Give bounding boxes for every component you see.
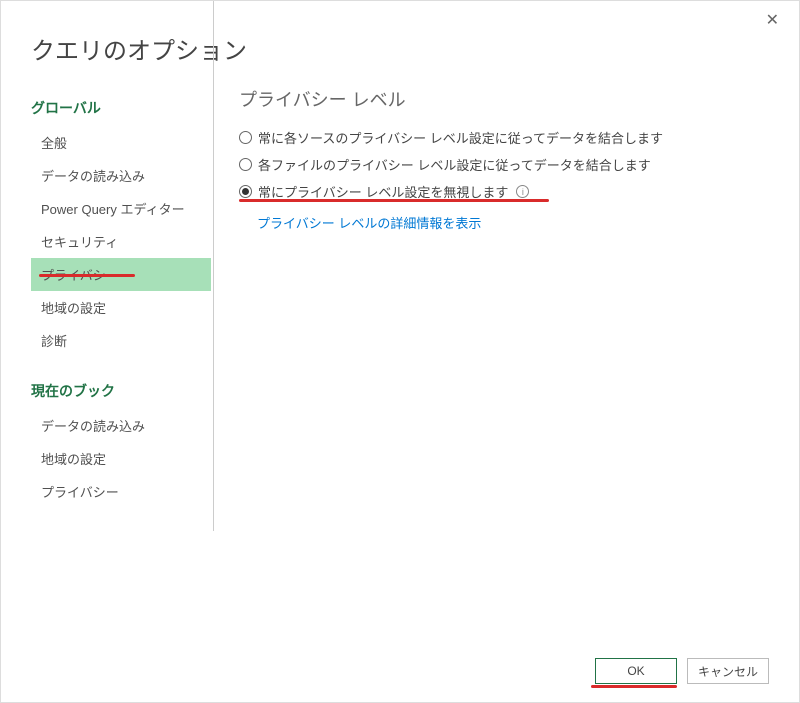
- privacy-levels-info-link[interactable]: プライバシー レベルの詳細情報を表示: [239, 213, 769, 232]
- annotation-underline: [591, 685, 677, 688]
- annotation-underline: [39, 274, 135, 277]
- sidebar-item-security[interactable]: セキュリティ: [31, 225, 211, 258]
- radio-label: 常に各ソースのプライバシー レベル設定に従ってデータを結合します: [258, 128, 663, 147]
- radio-icon-checked: [239, 185, 252, 198]
- radio-option-combine-per-source[interactable]: 常に各ソースのプライバシー レベル設定に従ってデータを結合します: [239, 128, 769, 147]
- dialog-body: グローバル 全般 データの読み込み Power Query エディター セキュリ…: [1, 86, 799, 631]
- sidebar-item-general[interactable]: 全般: [31, 126, 211, 159]
- cancel-button[interactable]: キャンセル: [687, 658, 769, 684]
- sidebar-workbook-list: データの読み込み 地域の設定 プライバシー: [31, 409, 211, 508]
- dialog-button-row: OK キャンセル: [595, 658, 769, 684]
- query-options-dialog: ✕ クエリのオプション グローバル 全般 データの読み込み Power Quer…: [0, 0, 800, 703]
- sidebar-item-diagnostics[interactable]: 診断: [31, 324, 211, 357]
- radio-option-combine-per-file[interactable]: 各ファイルのプライバシー レベル設定に従ってデータを結合します: [239, 155, 769, 174]
- ok-button[interactable]: OK: [595, 658, 677, 684]
- dialog-title: クエリのオプション: [1, 1, 799, 86]
- info-icon[interactable]: i: [516, 185, 529, 198]
- sidebar-item-regional[interactable]: 地域の設定: [31, 291, 211, 324]
- annotation-underline: [239, 199, 549, 202]
- sidebar-item-wb-regional[interactable]: 地域の設定: [31, 442, 211, 475]
- radio-icon: [239, 158, 252, 171]
- sidebar-item-pq-editor[interactable]: Power Query エディター: [31, 192, 211, 225]
- sidebar-global-list: 全般 データの読み込み Power Query エディター セキュリティ プライ…: [31, 126, 211, 357]
- content-heading: プライバシー レベル: [239, 86, 769, 112]
- sidebar-section-workbook: 現在のブック: [31, 373, 211, 409]
- sidebar-item-wb-privacy[interactable]: プライバシー: [31, 475, 211, 508]
- close-icon[interactable]: ✕: [758, 9, 787, 33]
- content-pane: プライバシー レベル 常に各ソースのプライバシー レベル設定に従ってデータを結合…: [211, 86, 769, 631]
- sidebar-item-wb-data-load[interactable]: データの読み込み: [31, 409, 211, 442]
- radio-label: 各ファイルのプライバシー レベル設定に従ってデータを結合します: [258, 155, 651, 174]
- sidebar-section-global: グローバル: [31, 90, 211, 126]
- sidebar: グローバル 全般 データの読み込み Power Query エディター セキュリ…: [31, 86, 211, 631]
- radio-icon: [239, 131, 252, 144]
- sidebar-item-data-load[interactable]: データの読み込み: [31, 159, 211, 192]
